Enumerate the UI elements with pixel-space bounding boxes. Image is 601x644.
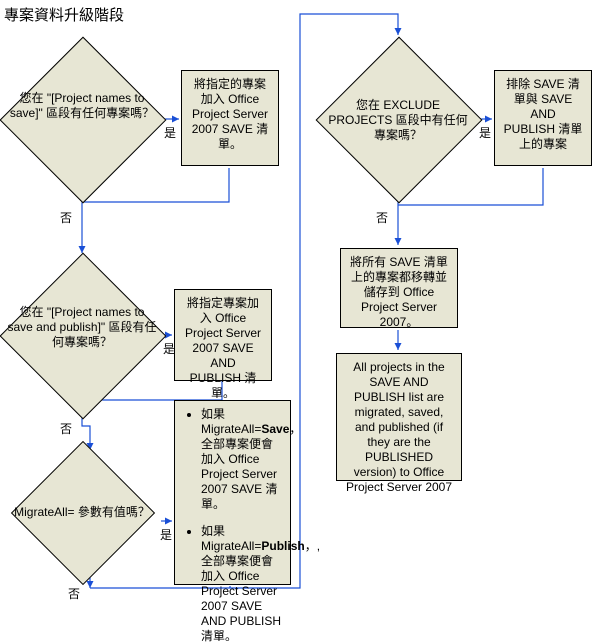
no-label: 否 xyxy=(60,420,72,437)
action-migrate-save-list: 將所有 SAVE 清單上的專案都移轉並儲存到 Office Project Se… xyxy=(340,248,458,328)
page-title: 專案資料升級階段 xyxy=(4,4,124,25)
no-label: 否 xyxy=(60,209,72,226)
outcome-save: 如果 MigrateAll=Save，全部專案便會加入 Office Proje… xyxy=(201,407,282,512)
no-label: 否 xyxy=(376,209,388,226)
outcome-publish: 如果 MigrateAll=Publish，,全部專案便會加入 Office P… xyxy=(201,524,282,644)
action-migrateall-outcomes: 如果 MigrateAll=Save，全部專案便會加入 Office Proje… xyxy=(174,400,291,585)
action-add-to-save-list: 將指定的專案加入 Office Project Server 2007 SAVE… xyxy=(181,70,279,166)
yes-label: 是 xyxy=(160,526,172,543)
action-exclude-from-lists: 排除 SAVE 清單與 SAVE AND PUBLISH 清單上的專案 xyxy=(494,70,592,166)
action-migrate-save-publish-list: All projects in the SAVE AND PUBLISH lis… xyxy=(336,353,462,481)
yes-label: 是 xyxy=(479,124,491,141)
action-add-to-save-publish-list: 將指定專案加入 Office Project Server 2007 SAVE … xyxy=(174,289,272,381)
yes-label: 是 xyxy=(164,124,176,141)
no-label: 否 xyxy=(68,585,80,602)
